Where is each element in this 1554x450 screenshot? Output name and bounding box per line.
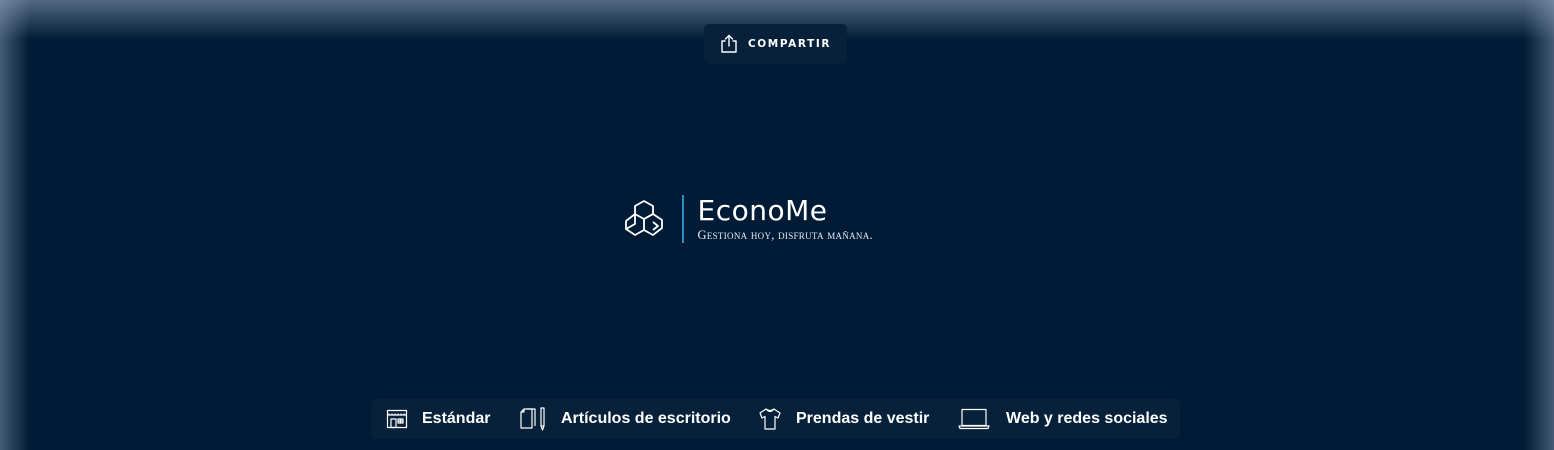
preview-stage: COMPARTIR EconoMe Gestiona hoy, disfruta… (0, 0, 1554, 450)
share-icon (720, 34, 738, 54)
brand-text: EconoMe Gestiona hoy, disfruta mañana. (697, 193, 873, 243)
category-label: Artículos de escritorio (561, 410, 731, 427)
category-label: Estándar (422, 410, 491, 427)
brand-tagline: Gestiona hoy, disfruta mañana. (697, 227, 873, 242)
brand-logo: EconoMe Gestiona hoy, disfruta mañana. (622, 195, 873, 243)
share-button-label: COMPARTIR (747, 38, 832, 50)
storefront-icon (386, 409, 408, 429)
category-item-estandar[interactable]: Estándar (386, 399, 490, 439)
stationery-icon (519, 407, 547, 431)
brand-mark-icon (622, 196, 668, 242)
category-item-prendas[interactable]: Prendas de vestir (758, 399, 929, 439)
category-bar: Estándar Artículos de escritorio Prendas… (371, 399, 1180, 439)
share-button[interactable]: COMPARTIR (704, 24, 847, 64)
category-item-web[interactable]: Web y redes sociales (958, 399, 1168, 439)
laptop-icon (958, 408, 990, 430)
logo-divider (682, 195, 684, 243)
category-label: Prendas de vestir (796, 410, 930, 427)
category-label: Web y redes sociales (1006, 410, 1168, 427)
brand-name: EconoMe (697, 193, 828, 227)
tshirt-icon (758, 407, 782, 431)
category-item-articulos[interactable]: Artículos de escritorio (519, 399, 731, 439)
